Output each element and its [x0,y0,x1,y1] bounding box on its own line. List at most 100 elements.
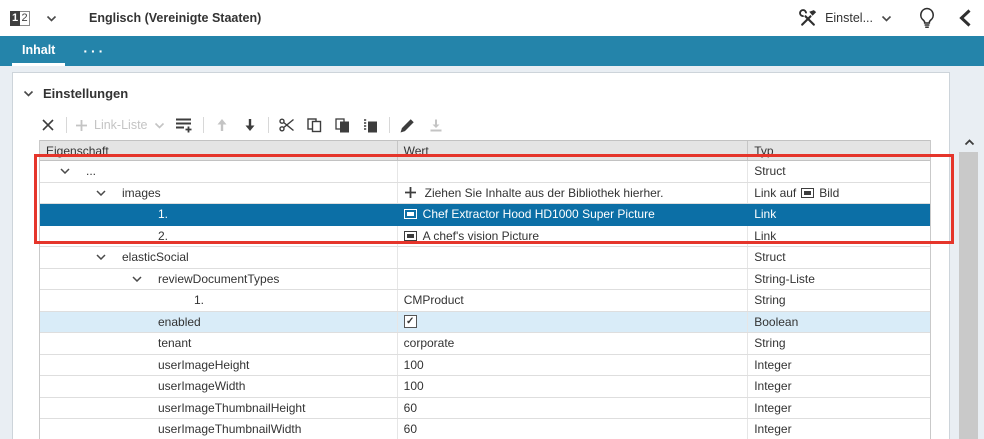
drop-area[interactable]: Ziehen Sie Inhalte aus der Bibliothek hi… [398,183,749,204]
toolbar-divider [203,117,204,133]
column-header-eigenschaft[interactable]: Eigenschaft [40,141,398,160]
table-row[interactable]: userImageThumbnailHeight 60 Integer [40,398,930,420]
top-bar: 1 2 Englisch (Vereinigte Staaten) Einste… [0,0,984,36]
table-row[interactable]: images Ziehen Sie Inhalte aus der Biblio… [40,183,930,205]
drop-hint-text: Ziehen Sie Inhalte aus der Bibliothek hi… [425,186,664,200]
property-name: userImageHeight [158,358,249,372]
import-button[interactable] [426,115,446,135]
locale-switcher[interactable]: 1 2 [10,11,57,26]
column-header-wert[interactable]: Wert [398,141,749,160]
property-name: 1. [194,293,204,307]
chevron-down-icon[interactable] [881,15,892,22]
type-label: Link auf [754,186,796,200]
image-icon [404,231,417,241]
type-label: Struct [754,164,785,178]
new-list-property-button[interactable] [175,115,195,135]
image-icon [404,209,417,219]
type-label: Boolean [754,315,798,329]
table-row[interactable]: userImageThumbnailWidth 60 Integer [40,419,930,439]
type-label: String [754,293,785,307]
add-icon [404,186,417,199]
struct-editor-toolbar: Link-Liste [38,114,949,136]
property-name: 2. [158,229,168,243]
tab-overflow-menu[interactable]: ··· [75,36,114,66]
edit-button[interactable] [398,115,418,135]
property-value[interactable]: 60 [404,401,417,415]
property-name: reviewDocumentTypes [158,272,279,286]
table-row[interactable]: elasticSocial Struct [40,247,930,269]
type-label: Integer [754,422,791,436]
remove-button[interactable] [38,115,58,135]
settings-dropdown[interactable]: Einstel... [798,8,892,28]
locale-compare-icon: 1 2 [10,11,30,26]
property-name: userImageWidth [158,379,245,393]
type-label: Link [754,229,776,243]
content-area: Einstellungen Link-Liste [0,66,984,439]
column-header-typ[interactable]: Typ [748,141,930,160]
table-row[interactable]: userImageHeight 100 Integer [40,355,930,377]
table-row[interactable]: 1. CMProduct String [40,290,930,312]
table-row[interactable]: ... Struct [40,161,930,183]
tools-icon [798,8,818,28]
property-value[interactable]: 100 [404,379,424,393]
property-name: tenant [158,336,191,350]
table-row-selected[interactable]: 1. Chef Extractor Hood HD1000 Super Pict… [40,204,930,226]
type-label: Integer [754,379,791,393]
tab-inhalt[interactable]: Inhalt [12,36,65,66]
table-header: Eigenschaft Wert Typ [40,140,930,161]
table-row-highlighted[interactable]: enabled ✓ Boolean [40,312,930,334]
chevron-down-icon[interactable] [96,190,114,196]
tab-bar: Inhalt ··· [0,36,984,66]
locale-badge-secondary: 2 [20,11,30,26]
chevron-down-icon[interactable] [46,15,57,22]
linked-content-title[interactable]: Chef Extractor Hood HD1000 Super Picture [423,207,655,221]
paste-into-button[interactable] [361,115,381,135]
chevron-down-icon[interactable] [23,90,34,97]
property-name: images [122,186,161,200]
checkbox-checked[interactable]: ✓ [404,315,417,328]
property-value[interactable]: CMProduct [404,293,464,307]
property-name: ... [86,164,96,178]
property-value[interactable]: 100 [404,358,424,372]
property-value[interactable]: 60 [404,422,417,436]
linked-content-title[interactable]: A chef's vision Picture [423,229,539,243]
type-label: String-Liste [754,272,815,286]
move-up-button[interactable] [212,115,232,135]
struct-property-table: Eigenschaft Wert Typ ... Struct images [39,140,931,439]
settings-panel: Einstellungen Link-Liste [12,72,950,439]
property-name: enabled [158,315,201,329]
toolbar-divider [268,117,269,133]
property-value[interactable]: corporate [404,336,455,350]
settings-label: Einstel... [825,11,873,25]
locale-badge-primary: 1 [10,11,20,26]
vertical-scrollbar[interactable] [956,134,982,439]
type-label: Bild [819,186,839,200]
property-name: elasticSocial [122,250,189,264]
table-row[interactable]: 2. A chef's vision Picture Link [40,226,930,248]
chevron-down-icon[interactable] [60,168,78,174]
chevron-down-icon[interactable] [132,276,150,282]
type-label: Struct [754,250,785,264]
type-label: Integer [754,358,791,372]
section-title: Einstellungen [43,86,128,101]
toolbar-divider [389,117,390,133]
add-link-list-button[interactable]: Link-Liste [75,118,165,132]
type-label: Link [754,207,776,221]
scrollbar-thumb[interactable] [959,152,978,439]
copy-button[interactable] [305,115,325,135]
table-row[interactable]: tenant corporate String [40,333,930,355]
lightbulb-icon[interactable] [918,7,936,29]
chevron-down-icon[interactable] [96,254,114,260]
move-down-button[interactable] [240,115,260,135]
toolbar-divider [66,117,67,133]
table-row[interactable]: reviewDocumentTypes String-Liste [40,269,930,291]
section-header-einstellungen[interactable]: Einstellungen [23,86,949,101]
cut-button[interactable] [277,115,297,135]
table-row[interactable]: userImageWidth 100 Integer [40,376,930,398]
scroll-up-arrow-icon[interactable] [956,134,982,150]
property-name: 1. [158,207,168,221]
type-label: String [754,336,785,350]
type-label: Integer [754,401,791,415]
paste-button[interactable] [333,115,353,135]
collapse-panel-icon[interactable] [958,9,972,27]
